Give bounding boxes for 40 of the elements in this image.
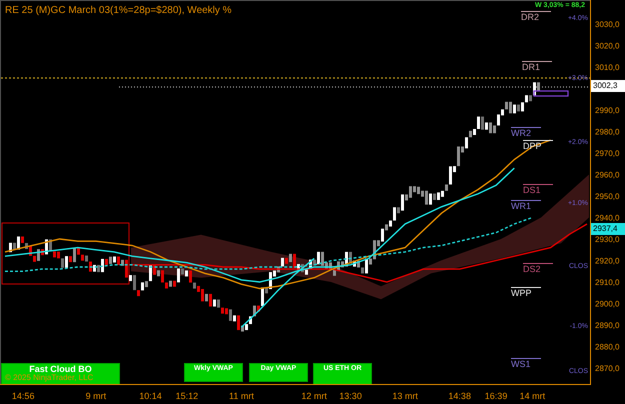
price-tick-label: 2960,0 <box>595 170 620 180</box>
time-tick-label: 11 mrt <box>229 391 254 401</box>
price-tick-label: 2950,0 <box>595 192 620 201</box>
time-tick-label: 16:39 <box>484 391 508 401</box>
time-tick-label: 14:38 <box>448 391 471 401</box>
time-tick-label: 13:30 <box>339 391 362 401</box>
price-tick-label: 3030,0 <box>595 20 620 29</box>
price-tick-label: 2920,0 <box>595 256 620 266</box>
time-tick-label: 14 mrt <box>520 391 546 401</box>
pivot-label: DR2 <box>521 11 551 22</box>
pivot-label: DS1 <box>523 184 553 195</box>
last-price-tag: 3002,3 <box>591 80 625 92</box>
pivot-label: WS1 <box>511 358 541 369</box>
price-tick-label: 2890,0 <box>595 321 620 330</box>
chart-title: RE 25 (M)GC March 03(1%=28p=$280), Weekly % <box>5 4 232 18</box>
price-tick-label: 2940,0 <box>595 214 620 222</box>
time-tick-label: 9 mrt <box>86 391 106 401</box>
price-tick-label: 3020,0 <box>595 42 620 50</box>
price-tick-label: 2880,0 <box>595 342 620 352</box>
price-tick-label: 2970,0 <box>595 149 620 158</box>
price-tick-label: 2990,0 <box>595 106 620 115</box>
pivot-label: DS2 <box>523 263 553 274</box>
indicator-price-tag: 2937,4 <box>591 223 625 235</box>
pivot-label: DR1 <box>522 61 552 72</box>
price-tick-label: 2910,0 <box>595 278 620 287</box>
time-tick-label: 15:12 <box>176 391 198 401</box>
pivot-label: WPP <box>511 287 541 298</box>
time-tick-label: 13 mrt <box>392 391 418 401</box>
price-tick-label: 2870,0 <box>595 364 620 374</box>
copyright-text: © 2025 NinjaTrader, LLC <box>5 374 94 382</box>
time-tick-label: 12 mrt <box>301 391 327 401</box>
time-tick-label: 14:56 <box>12 391 34 401</box>
price-tick-label: 3010,0 <box>595 63 620 72</box>
price-tick-label: 2930,0 <box>595 235 620 244</box>
pivot-label: WR1 <box>511 200 541 211</box>
price-tick-label: 2980,0 <box>595 128 620 136</box>
price-tick-label: 2900,0 <box>595 300 620 309</box>
pivot-label: WR2 <box>511 127 541 138</box>
marker-box <box>533 90 569 97</box>
time-tick-label: 10:14 <box>139 391 162 401</box>
